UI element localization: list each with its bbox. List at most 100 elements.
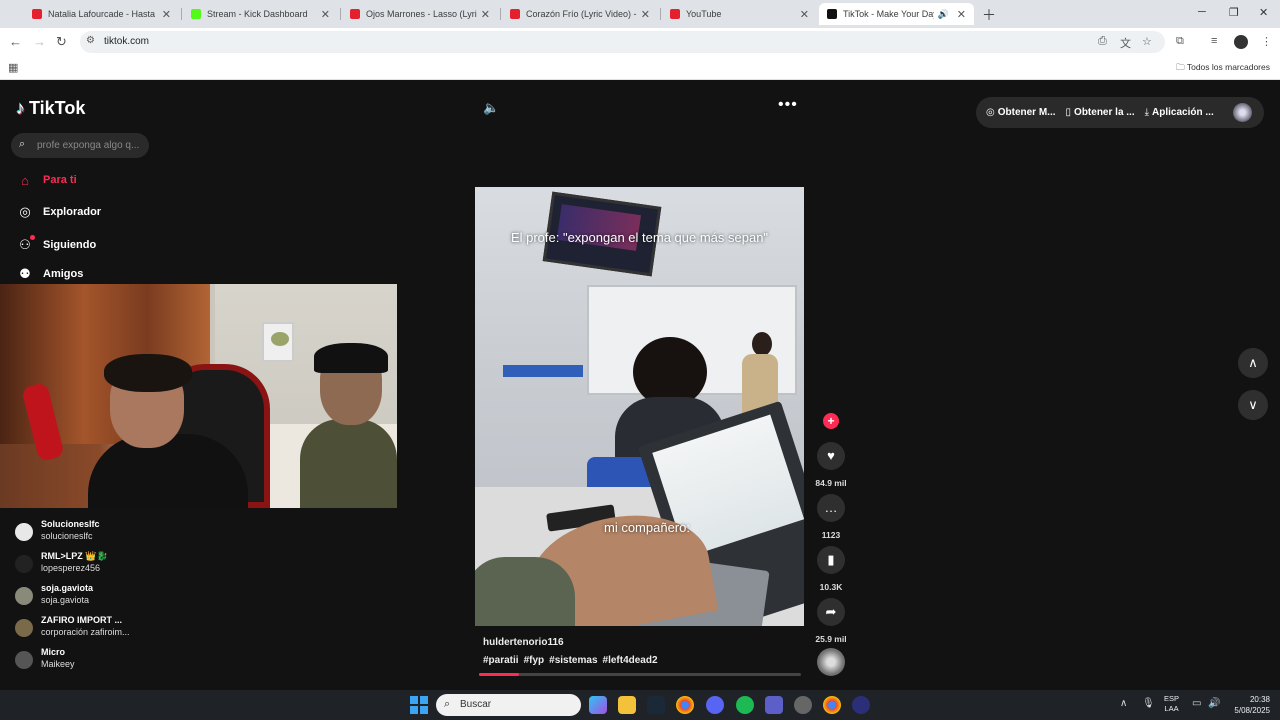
account-handle: corporación zafiroim... — [41, 627, 130, 637]
close-tab-icon[interactable]: ✕ — [641, 8, 650, 21]
browser-tab-2[interactable]: Stream - Kick Dashboard ✕ — [183, 3, 338, 25]
translate-icon[interactable]: 文 — [1120, 35, 1131, 51]
address-bar[interactable]: ⚙ tiktok.com ⎙ 文 ☆ — [80, 31, 1165, 53]
close-tab-icon[interactable]: ✕ — [321, 8, 330, 21]
sidebar-item-siguiendo[interactable]: ⚇ Siguiendo — [16, 235, 96, 255]
volume-icon[interactable]: 🔈 — [483, 100, 499, 116]
share-button[interactable]: ➦ 25.9 mil — [815, 598, 847, 644]
app-icon[interactable] — [852, 696, 870, 714]
close-tab-icon[interactable]: ✕ — [162, 8, 171, 21]
profile-avatar-icon[interactable] — [1234, 35, 1248, 49]
close-tab-icon[interactable]: ✕ — [957, 8, 966, 21]
webcam-overlay — [0, 284, 397, 508]
tab-audio-icon[interactable]: 🔊 — [938, 9, 949, 20]
copilot-icon[interactable] — [589, 696, 607, 714]
discord-icon[interactable] — [706, 696, 724, 714]
all-bookmarks-button[interactable]: 🗀 Todos los marcadores — [1176, 62, 1270, 76]
tab-title: TikTok - Make Your Day — [843, 9, 934, 19]
chrome-icon[interactable] — [676, 696, 694, 714]
browser-tab-3[interactable]: Ojos Marrones - Lasso (Lyrics V ✕ — [342, 3, 498, 25]
browser-tab-5[interactable]: YouTube ✕ — [662, 3, 817, 25]
speaker-icon[interactable]: 🔊 — [1208, 698, 1220, 709]
taskbar-search-input[interactable]: ⌕ Buscar — [436, 694, 581, 716]
apps-grid-icon[interactable]: ▦ — [8, 61, 18, 74]
video-caption-bottom: mi compañero: — [604, 520, 690, 535]
tab-title: Ojos Marrones - Lasso (Lyrics V — [366, 9, 477, 19]
menu-kebab-icon[interactable]: ⋮ — [1261, 35, 1272, 48]
user-avatar[interactable] — [1233, 103, 1252, 122]
account-name: ZAFIRO IMPORT ... — [41, 615, 122, 625]
bookmark-star-icon[interactable]: ☆ — [1142, 35, 1152, 48]
back-arrow-icon[interactable]: ← — [9, 34, 22, 49]
network-icon[interactable]: ▭ — [1192, 698, 1201, 709]
notification-dot — [30, 235, 35, 240]
language-code: ESP — [1164, 694, 1180, 703]
forward-arrow-icon[interactable]: → — [33, 34, 46, 49]
reload-icon[interactable]: ↻ — [56, 34, 67, 50]
extensions-icon[interactable]: ⧉ — [1176, 35, 1184, 48]
bookmark-icon: ▮ — [817, 546, 845, 574]
youtube-favicon-icon — [670, 9, 680, 19]
windows-start-icon[interactable] — [410, 696, 428, 714]
sidebar-item-amigos[interactable]: ⚉ Amigos — [16, 264, 83, 284]
minimize-window-icon[interactable]: ─ — [1198, 6, 1206, 18]
hashtag-link[interactable]: #fyp — [524, 655, 545, 666]
video-caption-top: El profe: "expongan el tema que más sepa… — [510, 230, 769, 245]
close-window-icon[interactable]: ✕ — [1259, 6, 1268, 19]
restore-window-icon[interactable]: ❐ — [1229, 6, 1239, 19]
share-count: 25.9 mil — [815, 634, 847, 644]
browser-tab-active[interactable]: TikTok - Make Your Day 🔊 ✕ — [819, 3, 974, 25]
install-app-icon[interactable]: ⎙ — [1098, 35, 1107, 48]
webcam-guest — [300, 343, 397, 508]
get-coins-button[interactable]: ◎ Obtener M... — [986, 107, 1056, 118]
url-text[interactable]: tiktok.com — [104, 36, 149, 47]
comment-button[interactable]: … 1123 — [817, 494, 845, 540]
site-info-icon[interactable]: ⚙ — [86, 35, 95, 46]
teams-icon[interactable] — [765, 696, 783, 714]
close-tab-icon[interactable]: ✕ — [481, 8, 490, 21]
like-button[interactable]: ♥ 84.9 mil — [815, 442, 847, 488]
media-controls-icon[interactable]: ≡ — [1211, 35, 1217, 47]
more-options-icon[interactable]: ••• — [778, 96, 798, 114]
new-tab-button[interactable]: ＋ — [982, 5, 996, 25]
clock-time: 20:38 — [1249, 695, 1270, 704]
browser-tab-1[interactable]: Natalia Lafourcade - Hasta La R ✕ — [24, 3, 179, 25]
desktop-app-button[interactable]: ⤓ Aplicación ... — [1145, 107, 1214, 118]
music-disc-icon[interactable] — [817, 648, 845, 676]
tab-divider — [500, 8, 501, 20]
steam-icon[interactable] — [647, 696, 665, 714]
hashtag-link[interactable]: #paratii — [483, 655, 519, 666]
video-author[interactable]: huldertenorio116 — [483, 637, 564, 648]
close-tab-icon[interactable]: ✕ — [800, 8, 809, 21]
hashtag-link[interactable]: #sistemas — [549, 655, 597, 666]
search-icon: ⌕ — [444, 698, 451, 710]
hashtag-link[interactable]: #left4dead2 — [603, 655, 658, 666]
save-button[interactable]: ▮ 10.3K — [817, 546, 845, 592]
next-video-button[interactable]: ∨ — [1238, 390, 1268, 420]
sidebar-item-para-ti[interactable]: ⌂ Para ti — [16, 170, 77, 190]
get-app-button[interactable]: ▯ Obtener la ... — [1066, 107, 1135, 118]
sidebar-item-label: Explorador — [43, 206, 102, 218]
video-player[interactable]: El profe: "expongan el tema que más sepa… — [475, 187, 804, 626]
system-clock[interactable]: 20:38 5/08/2025 — [1226, 694, 1270, 716]
spotify-icon[interactable] — [736, 696, 754, 714]
sidebar-item-explorador[interactable]: ◎ Explorador — [16, 202, 101, 222]
compass-icon: ◎ — [19, 204, 31, 219]
follow-plus-button[interactable]: + — [823, 413, 839, 429]
search-icon: ⌕ — [19, 138, 26, 150]
chrome-active-icon[interactable] — [823, 696, 841, 714]
tab-title: Corazón Frío (Lyric Video) - Jas — [526, 9, 637, 19]
video-progress-bar[interactable] — [479, 673, 801, 676]
input-language-indicator[interactable]: ESP LAA — [1164, 694, 1179, 714]
tray-overflow-chevron-icon[interactable]: ∧ — [1120, 698, 1127, 709]
settings-gear-icon[interactable] — [794, 696, 812, 714]
tiktok-logo[interactable]: ♪ TikTok — [16, 98, 85, 119]
get-coins-label: Obtener M... — [997, 107, 1056, 118]
microphone-icon[interactable]: 🎙 — [1142, 698, 1155, 709]
file-explorer-icon[interactable] — [618, 696, 636, 714]
account-handle: lopesperez456 — [41, 563, 101, 573]
previous-video-button[interactable]: ∧ — [1238, 348, 1268, 378]
browser-tab-4[interactable]: Corazón Frío (Lyric Video) - Jas ✕ — [502, 3, 658, 25]
search-input[interactable]: ⌕ profe exponga algo q... — [11, 133, 149, 158]
youtube-favicon-icon — [350, 9, 360, 19]
